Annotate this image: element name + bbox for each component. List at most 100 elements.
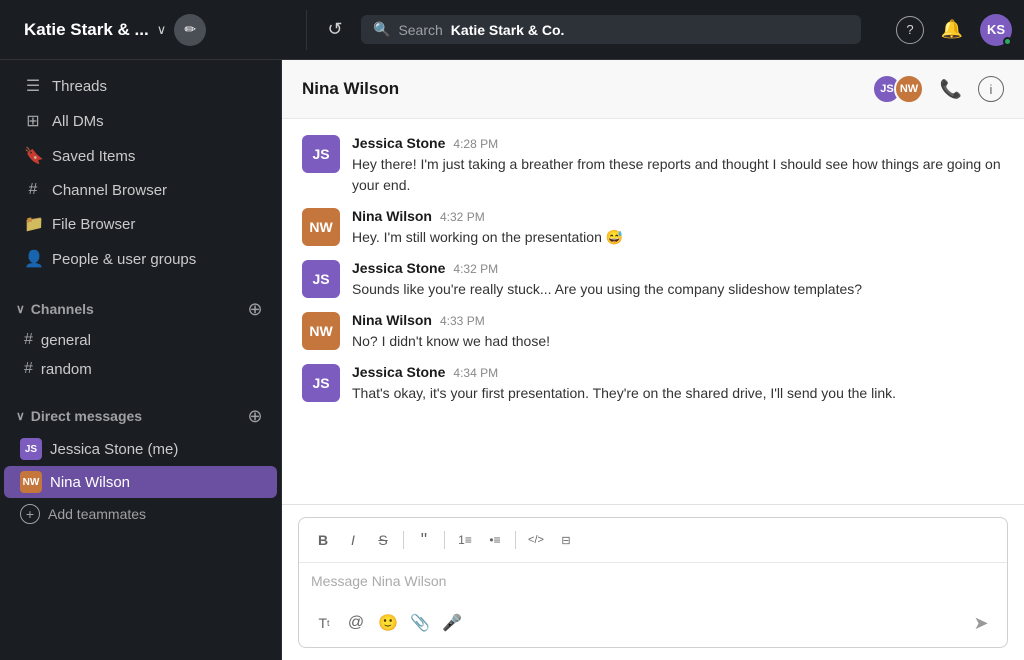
message-time-2: 4:32 PM xyxy=(440,210,485,224)
channel-item-general[interactable]: # general xyxy=(0,326,281,354)
toolbar-divider-3 xyxy=(515,531,516,549)
channel-name-random: random xyxy=(41,361,92,378)
emoji-button[interactable]: 🙂 xyxy=(373,608,403,638)
chat-header-actions: JS NW 📞 i xyxy=(872,74,1004,104)
text-format-button[interactable]: Tt xyxy=(309,608,339,638)
sidebar-item-label-threads: Threads xyxy=(52,78,107,95)
unordered-list-button[interactable]: •≡ xyxy=(481,526,509,554)
sidebar-item-label-file-browser: File Browser xyxy=(52,216,135,233)
table-row: JS Jessica Stone 4:28 PM Hey there! I'm … xyxy=(302,135,1004,196)
code-button[interactable]: </> xyxy=(522,526,550,554)
message-time-5: 4:34 PM xyxy=(453,366,498,380)
compose-area: B I S " 1≡ •≡ </> ⊟ Message Nina Wilson … xyxy=(282,504,1024,660)
people-icon: 👤 xyxy=(24,249,42,269)
message-text-3: Sounds like you're really stuck... Are y… xyxy=(352,279,1004,300)
status-dot xyxy=(1003,37,1012,46)
header-right: ↺ 🔍 Search Katie Stark & Co. ? 🔔 KS xyxy=(319,14,1012,46)
strikethrough-button[interactable]: S xyxy=(369,526,397,554)
mention-button[interactable]: @ xyxy=(341,608,371,638)
message-time-4: 4:33 PM xyxy=(440,314,485,328)
search-workspace-name: Katie Stark & Co. xyxy=(451,22,565,38)
compose-bottom-toolbar: Tt @ 🙂 📎 🎤 ➤ xyxy=(299,599,1007,647)
app-header: Katie Stark & ... ∨ ✏ ↺ 🔍 Search Katie S… xyxy=(0,0,1024,60)
channel-item-random[interactable]: # random xyxy=(0,355,281,383)
message-header-4: Nina Wilson 4:33 PM xyxy=(352,312,1004,328)
help-button[interactable]: ? xyxy=(896,16,924,44)
dm-name-jessica: Jessica Stone (me) xyxy=(50,441,178,458)
sidebar-item-people-user-groups[interactable]: 👤 People & user groups xyxy=(8,242,273,276)
info-button[interactable]: i xyxy=(978,76,1004,102)
sidebar-item-label-people: People & user groups xyxy=(52,251,196,268)
workspace-title-area: Katie Stark & ... ∨ ✏ xyxy=(12,14,294,46)
header-actions: ? 🔔 KS xyxy=(896,14,1012,46)
italic-button[interactable]: I xyxy=(339,526,367,554)
channel-hash-icon: # xyxy=(24,360,33,378)
participant-avatar-nina: NW xyxy=(894,74,924,104)
messages-list: JS Jessica Stone 4:28 PM Hey there! I'm … xyxy=(282,119,1024,504)
avatar-jessica-1: JS xyxy=(302,135,340,173)
sidebar-nav: ☰ Threads ⊞ All DMs 🔖 Saved Items # Chan… xyxy=(0,60,281,285)
threads-icon: ☰ xyxy=(24,76,42,96)
chat-header: Nina Wilson JS NW 📞 i xyxy=(282,60,1024,119)
sidebar-item-file-browser[interactable]: 📁 File Browser xyxy=(8,207,273,241)
channels-section-header[interactable]: ∨ Channels ⊕ xyxy=(0,293,281,325)
sidebar-item-saved-items[interactable]: 🔖 Saved Items xyxy=(8,139,273,173)
dm-section-title: ∨ Direct messages xyxy=(16,408,142,424)
notifications-button[interactable]: 🔔 xyxy=(936,14,968,46)
avatar-nina-2: NW xyxy=(302,312,340,350)
workspace-name: Katie Stark & ... xyxy=(24,20,149,40)
jessica-avatar: JS xyxy=(20,438,42,460)
file-browser-icon: 📁 xyxy=(24,214,42,234)
attach-file-button[interactable]: 📎 xyxy=(405,608,435,638)
message-text-1: Hey there! I'm just taking a breather fr… xyxy=(352,154,1004,196)
send-button[interactable]: ➤ xyxy=(965,607,997,639)
ordered-list-button[interactable]: 1≡ xyxy=(451,526,479,554)
channel-hash-icon: # xyxy=(24,331,33,349)
sender-name-4: Nina Wilson xyxy=(352,312,432,328)
add-channel-button[interactable]: ⊕ xyxy=(245,299,265,319)
all-dms-icon: ⊞ xyxy=(24,111,42,131)
saved-items-icon: 🔖 xyxy=(24,146,42,166)
message-header-1: Jessica Stone 4:28 PM xyxy=(352,135,1004,151)
edit-button[interactable]: ✏ xyxy=(174,14,206,46)
sidebar-item-channel-browser[interactable]: # Channel Browser xyxy=(8,174,273,206)
dm-item-nina-wilson[interactable]: NW Nina Wilson xyxy=(4,466,277,498)
sidebar-item-threads[interactable]: ☰ Threads xyxy=(8,69,273,103)
header-divider xyxy=(306,10,307,50)
history-button[interactable]: ↺ xyxy=(319,14,351,46)
sidebar-item-all-dms[interactable]: ⊞ All DMs xyxy=(8,104,273,138)
table-row: NW Nina Wilson 4:33 PM No? I didn't know… xyxy=(302,312,1004,352)
dm-item-jessica-stone[interactable]: JS Jessica Stone (me) xyxy=(4,433,277,465)
add-teammates-button[interactable]: + Add teammates xyxy=(4,499,277,529)
code-block-button[interactable]: ⊟ xyxy=(552,526,580,554)
phone-call-button[interactable]: 📞 xyxy=(936,74,966,104)
compose-input[interactable]: Message Nina Wilson xyxy=(299,563,1007,599)
user-avatar[interactable]: KS xyxy=(980,14,1012,46)
sidebar: ☰ Threads ⊞ All DMs 🔖 Saved Items # Chan… xyxy=(0,60,282,660)
channels-section: ∨ Channels ⊕ # general # random xyxy=(0,285,281,392)
sender-name-1: Jessica Stone xyxy=(352,135,445,151)
channel-browser-icon: # xyxy=(24,181,42,199)
compose-toolbar: B I S " 1≡ •≡ </> ⊟ xyxy=(299,518,1007,563)
sender-name-2: Nina Wilson xyxy=(352,208,432,224)
dm-section: ∨ Direct messages ⊕ JS Jessica Stone (me… xyxy=(0,392,281,538)
sender-name-3: Jessica Stone xyxy=(352,260,445,276)
add-circle-icon: + xyxy=(20,504,40,524)
sender-name-5: Jessica Stone xyxy=(352,364,445,380)
dm-chevron-icon: ∨ xyxy=(16,409,25,423)
dm-section-header[interactable]: ∨ Direct messages ⊕ xyxy=(0,400,281,432)
add-dm-button[interactable]: ⊕ xyxy=(245,406,265,426)
record-audio-button[interactable]: 🎤 xyxy=(437,608,467,638)
chat-area: Nina Wilson JS NW 📞 i JS Jessica Stone 4… xyxy=(282,60,1024,660)
channels-chevron-icon: ∨ xyxy=(16,302,25,316)
message-text-4: No? I didn't know we had those! xyxy=(352,331,1004,352)
avatar-nina-1: NW xyxy=(302,208,340,246)
search-bar[interactable]: 🔍 Search Katie Stark & Co. xyxy=(361,15,861,44)
channels-section-title: ∨ Channels xyxy=(16,301,94,317)
workspace-chevron-icon[interactable]: ∨ xyxy=(157,22,167,38)
search-icon: 🔍 xyxy=(373,21,390,38)
table-row: JS Jessica Stone 4:32 PM Sounds like you… xyxy=(302,260,1004,300)
toolbar-divider-1 xyxy=(403,531,404,549)
bold-button[interactable]: B xyxy=(309,526,337,554)
quote-button[interactable]: " xyxy=(410,526,438,554)
